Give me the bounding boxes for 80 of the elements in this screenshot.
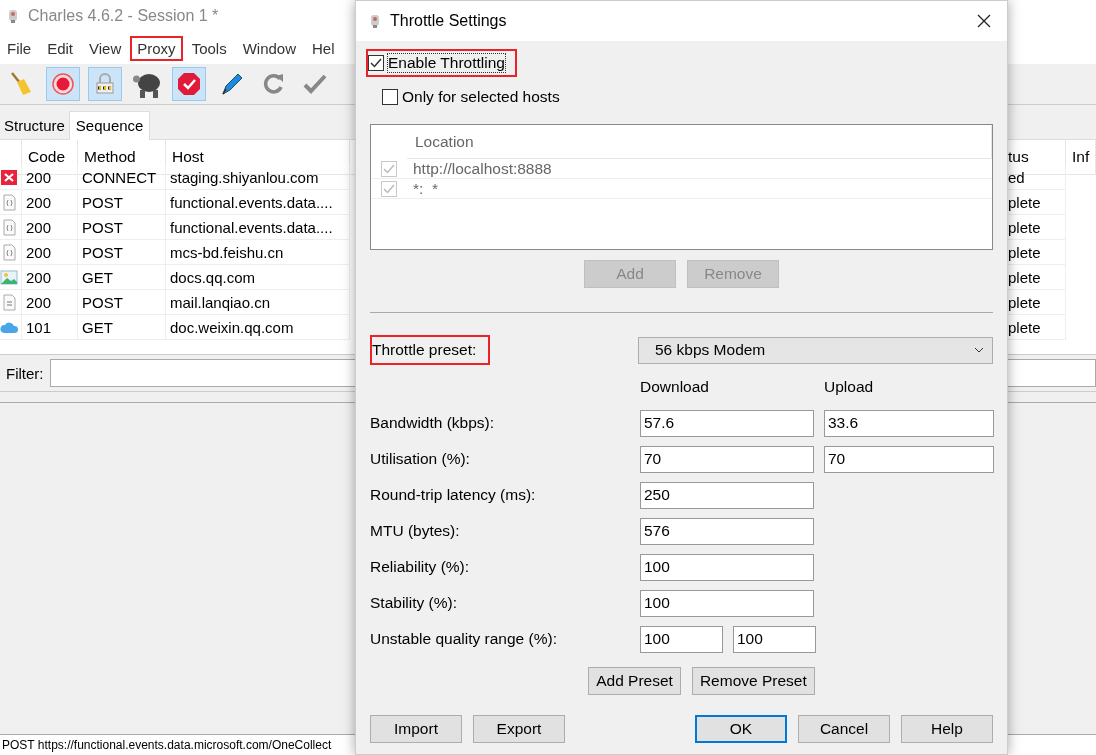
- table-cell: GET: [78, 265, 166, 290]
- table-cell: http://localhost:8888: [407, 159, 992, 179]
- filter-label: Filter:: [6, 364, 44, 382]
- field-label: Stability (%):: [370, 594, 458, 612]
- menu-item[interactable]: Proxy: [130, 35, 183, 61]
- field-label: Bandwidth (kbps):: [370, 414, 496, 432]
- caret-icon: [974, 347, 984, 353]
- table-cell: doc.weixin.qq.com: [166, 315, 350, 340]
- input-field[interactable]: 100: [640, 589, 814, 617]
- input-field[interactable]: 100: [640, 625, 723, 653]
- input-field[interactable]: 57.6: [640, 409, 814, 437]
- image-icon: [0, 268, 18, 286]
- table-cell: POST: [78, 240, 166, 265]
- button: Remove: [687, 260, 779, 288]
- input-field[interactable]: 70: [824, 445, 994, 473]
- checkbox[interactable]: [368, 55, 384, 71]
- field-label: Round-trip latency (ms):: [370, 486, 537, 504]
- table-cell: mcs-bd.feishu.cn: [166, 240, 350, 265]
- checkbox-label[interactable]: Enable Throttling: [388, 54, 505, 72]
- table-cell: *: *: [407, 179, 992, 199]
- menu-item[interactable]: Edit: [40, 35, 81, 61]
- input-field[interactable]: 100: [640, 553, 814, 581]
- input-field[interactable]: 70: [640, 445, 814, 473]
- input-field[interactable]: 33.6: [824, 409, 994, 437]
- button[interactable]: Add Preset: [588, 667, 681, 695]
- table-cell: 200: [22, 265, 78, 290]
- input-field[interactable]: 100: [733, 625, 816, 653]
- table-cell: functional.events.data....: [166, 190, 350, 215]
- preset-dropdown[interactable]: 56 kbps Modem: [638, 336, 993, 364]
- check-badge-icon: [175, 70, 203, 98]
- window-title: Charles 4.6.2 - Session 1 *: [28, 7, 219, 25]
- app-icon: [6, 8, 20, 24]
- button[interactable]: Cancel: [798, 715, 890, 743]
- table-cell: 200: [22, 240, 78, 265]
- table-cell: staging.shiyanlou.com: [166, 165, 350, 190]
- field-label: Reliability (%):: [370, 558, 471, 576]
- column-header: Upload: [824, 378, 875, 396]
- button[interactable]: Remove Preset: [691, 667, 815, 695]
- table-cell: GET: [78, 315, 166, 340]
- table-cell: docs.qq.com: [166, 265, 350, 290]
- table-cell: 200: [22, 190, 78, 215]
- table-cell: mail.lanqiao.cn: [166, 290, 350, 315]
- table-cell: 200: [22, 215, 78, 240]
- menu-item[interactable]: View: [82, 35, 129, 61]
- button[interactable]: OK: [695, 715, 787, 743]
- record-icon: [49, 70, 77, 98]
- checkbox[interactable]: [382, 89, 398, 105]
- table-cell: CONNECT: [78, 165, 166, 190]
- view-tab[interactable]: Sequence: [68, 111, 151, 140]
- button[interactable]: Export: [473, 715, 565, 743]
- button: Add: [584, 260, 676, 288]
- input-field[interactable]: 576: [640, 517, 814, 545]
- checkbox-label[interactable]: Only for selected hosts: [402, 88, 560, 106]
- table-cell: 200: [22, 290, 78, 315]
- table-cell: functional.events.data....: [166, 215, 350, 240]
- status-text: POST https://functional.events.data.microsoft.com/OneCollect: [2, 738, 332, 752]
- field-label: MTU (bytes):: [370, 522, 461, 540]
- button[interactable]: Import: [370, 715, 462, 743]
- table-cell: POST: [78, 190, 166, 215]
- field-label: Utilisation (%):: [370, 450, 471, 468]
- app-icon: [368, 13, 382, 29]
- column-header[interactable]: Location: [407, 125, 992, 159]
- toolbar-button[interactable]: [46, 67, 80, 101]
- button[interactable]: Help: [901, 715, 993, 743]
- table-cell: 101: [22, 315, 78, 340]
- menu-item[interactable]: Tools: [184, 35, 234, 61]
- dialog-title: Throttle Settings: [390, 12, 508, 30]
- table-cell: 200: [22, 165, 78, 190]
- column-header: Download: [640, 378, 710, 396]
- column-header[interactable]: Inf: [1066, 140, 1096, 175]
- table-cell: POST: [78, 290, 166, 315]
- menu-item[interactable]: File: [0, 35, 39, 61]
- toolbar-button[interactable]: [172, 67, 206, 101]
- preset-label: Throttle preset:: [370, 335, 491, 365]
- close-icon: [976, 13, 992, 29]
- menu-item[interactable]: Hel: [305, 35, 342, 61]
- table-cell: POST: [78, 215, 166, 240]
- menu-item[interactable]: Window: [235, 35, 303, 61]
- input-field[interactable]: 250: [640, 481, 814, 509]
- field-label: Unstable quality range (%):: [370, 630, 558, 648]
